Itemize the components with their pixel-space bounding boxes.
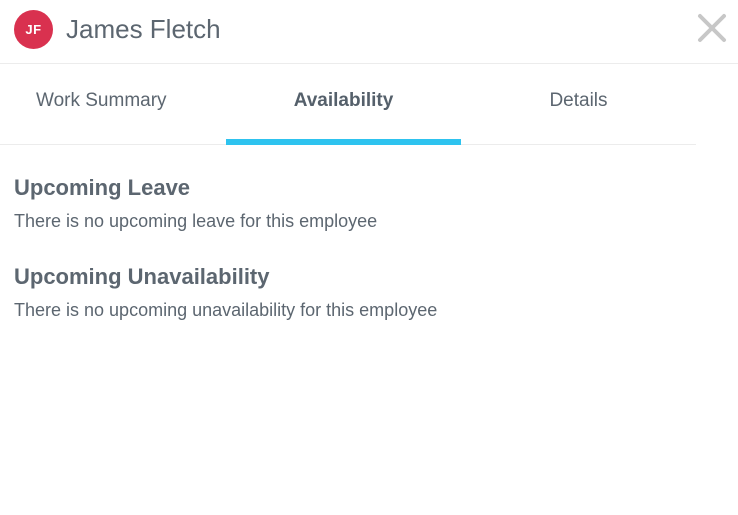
avatar: JF <box>14 10 53 49</box>
tab-work-summary[interactable]: Work Summary <box>0 64 232 144</box>
upcoming-unavailability-message: There is no upcoming unavailability for … <box>14 300 438 320</box>
panel-header: JF James Fletch <box>0 0 738 64</box>
active-tab-indicator <box>226 139 461 145</box>
tab-label: Details <box>549 90 608 111</box>
employee-name: James Fletch <box>66 14 221 44</box>
tab-bar: Work Summary Availability Details <box>0 64 696 145</box>
close-icon-graphic <box>698 14 726 42</box>
upcoming-leave-message: There is no upcoming leave for this empl… <box>14 211 378 231</box>
upcoming-unavailability-heading: Upcoming Unavailability <box>14 264 270 289</box>
tab-label: Availability <box>293 90 394 111</box>
tab-details[interactable]: Details <box>461 64 696 144</box>
upcoming-leave-heading: Upcoming Leave <box>14 175 191 200</box>
tab-label: Work Summary <box>36 90 167 111</box>
close-icon[interactable] <box>696 12 728 44</box>
tab-availability[interactable]: Availability <box>226 64 461 145</box>
